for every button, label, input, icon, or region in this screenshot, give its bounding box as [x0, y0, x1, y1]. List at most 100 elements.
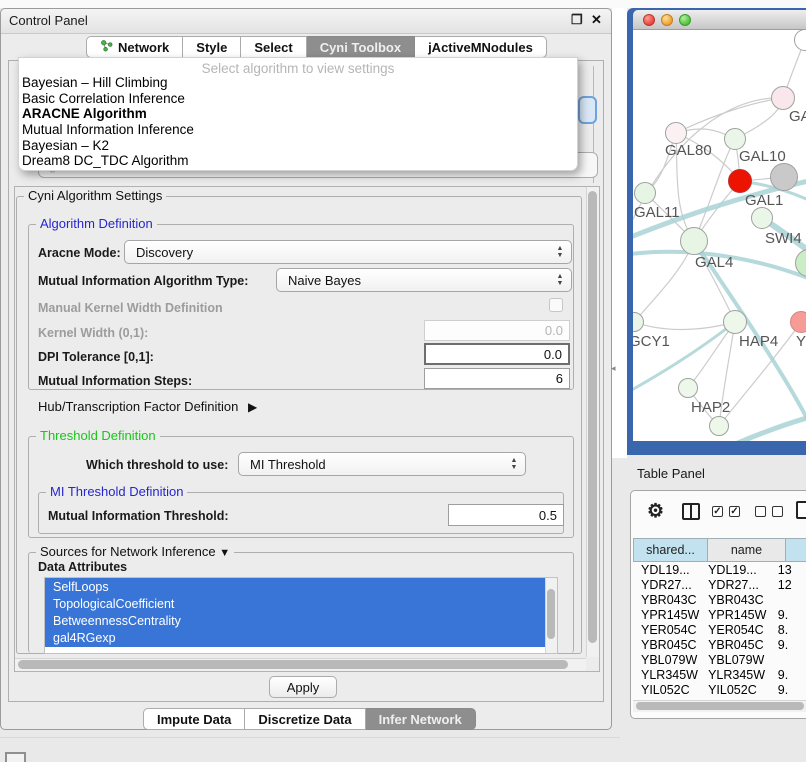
- control-panel-tabs: NetworkStyleSelect Cyni Toolbox jActiveMNo…: [86, 36, 547, 58]
- table-row[interactable]: YPR145WYPR145W9.: [633, 608, 806, 623]
- algorithm-option[interactable]: Dream8 DC_TDC Algorithm: [19, 153, 577, 169]
- node-swi4[interactable]: [751, 207, 773, 229]
- combo-arrows-icon: ▲▼: [506, 457, 522, 471]
- node-label: GAL10: [739, 148, 786, 165]
- algorithm-dropdown-prompt: Select algorithm to view settings: [19, 58, 577, 75]
- node-label: GAL4: [695, 254, 733, 271]
- attribute-item[interactable]: TopologicalCoefficient: [45, 595, 557, 612]
- table-row[interactable]: YIL052CYIL052C9.: [633, 683, 806, 698]
- node-gal7[interactable]: [771, 86, 795, 110]
- column-header[interactable]: [786, 538, 806, 562]
- zoom-traffic-light[interactable]: [679, 14, 691, 26]
- mi-algorithm-type-select[interactable]: Naive Bayes ▲▼: [276, 268, 572, 292]
- table-cell: YPR145W: [633, 608, 700, 623]
- table-cell: YDL19...: [700, 563, 770, 578]
- table-cell: YLR345W: [633, 668, 700, 683]
- combo-arrows-icon: ▲▼: [552, 245, 568, 259]
- node-gal10[interactable]: [724, 128, 746, 150]
- which-threshold-select[interactable]: MI Threshold ▲▼: [238, 452, 526, 476]
- node[interactable]: [770, 163, 798, 191]
- algorithm-dropdown-items: Bayesian – Hill ClimbingBasic Correlatio…: [19, 75, 577, 169]
- mi-threshold-field[interactable]: 0.5: [448, 504, 564, 526]
- data-attributes-list[interactable]: SelfLoopsTopologicalCoefficientBetweenne…: [44, 577, 558, 654]
- tab-cyni-toolbox[interactable]: Cyni Toolbox: [307, 36, 415, 58]
- mi-steps-field[interactable]: 6: [424, 368, 570, 389]
- horizontal-scrollbar-thumb[interactable]: [18, 660, 568, 669]
- table-row[interactable]: YDL19...YDL19...13: [633, 563, 806, 578]
- table-cell: 9.: [770, 668, 806, 683]
- table-cell: 8.: [770, 623, 806, 638]
- tab-network[interactable]: Network: [86, 36, 183, 58]
- hub-definition-expander[interactable]: Hub/Transcription Factor Definition ▶: [38, 399, 257, 414]
- tab-infer-network[interactable]: Infer Network: [366, 708, 476, 730]
- manual-kernel-width-checkbox[interactable]: [549, 298, 563, 312]
- attribute-item[interactable]: SelfLoops: [45, 578, 557, 595]
- algorithm-option[interactable]: ARACNE Algorithm: [19, 106, 577, 122]
- expander-down-icon[interactable]: ▼: [219, 547, 230, 559]
- tab-jactivemnodules[interactable]: jActiveMNodules: [415, 36, 547, 58]
- algorithm-definition-title: Algorithm Definition: [36, 216, 157, 231]
- minimized-panel-icon[interactable]: [5, 752, 26, 762]
- columns-icon[interactable]: [682, 503, 700, 520]
- node-hap2[interactable]: [678, 378, 698, 398]
- hub-definition-label: Hub/Transcription Factor Definition: [38, 399, 238, 414]
- document-icon[interactable]: [796, 501, 806, 519]
- aracne-mode-select[interactable]: Discovery ▲▼: [124, 240, 572, 264]
- dpi-tolerance-value: 0.0: [544, 347, 562, 362]
- kernel-width-field[interactable]: 0.0: [424, 320, 570, 341]
- table-row[interactable]: YLR345WYLR345W9.: [633, 668, 806, 683]
- divider-grabber-icon[interactable]: ◂: [611, 363, 616, 374]
- table-cell: 9.: [770, 608, 806, 623]
- aracne-mode-label: Aracne Mode:: [38, 246, 121, 260]
- table-row[interactable]: YBL079WYBL079W: [633, 653, 806, 668]
- checked-checkbox-icon[interactable]: ✓: [712, 506, 723, 517]
- algorithm-option[interactable]: Bayesian – K2: [19, 138, 577, 154]
- algorithm-option[interactable]: Basic Correlation Inference: [19, 91, 577, 107]
- table-row[interactable]: YBR043CYBR043C: [633, 593, 806, 608]
- node-label: GAL80: [665, 142, 712, 159]
- algorithm-option[interactable]: Bayesian – Hill Climbing: [19, 75, 577, 91]
- column-header[interactable]: name: [708, 538, 786, 562]
- dpi-tolerance-field[interactable]: 0.0: [424, 343, 570, 365]
- tab-style[interactable]: Style: [183, 36, 241, 58]
- node-gal80[interactable]: [665, 122, 687, 144]
- minimize-traffic-light[interactable]: [661, 14, 673, 26]
- divider-line: [0, 737, 620, 738]
- network-canvas[interactable]: GAL7GAL80GAL10GAL11GAL1SWI4GAL4GCY1HAP4Y…: [633, 30, 806, 441]
- node-gal11[interactable]: [634, 182, 656, 204]
- manual-kernel-width-label: Manual Kernel Width Definition: [38, 301, 223, 315]
- attribute-item[interactable]: gal4RGexp: [45, 630, 557, 647]
- vertical-scrollbar-thumb[interactable]: [588, 191, 597, 643]
- table-cell: 9.: [770, 638, 806, 653]
- unchecked-checkbox-icon[interactable]: [772, 506, 783, 517]
- close-window-icon[interactable]: ✕: [591, 12, 602, 28]
- float-window-icon[interactable]: ❐: [571, 12, 583, 28]
- algorithm-option[interactable]: Mutual Information Inference: [19, 122, 577, 138]
- table-row[interactable]: YDR27...YDR27...12: [633, 578, 806, 593]
- node-gal4[interactable]: [680, 227, 708, 255]
- tab-select[interactable]: Select: [241, 36, 306, 58]
- mi-threshold-value: 0.5: [539, 508, 557, 523]
- gear-icon[interactable]: ⚙: [647, 500, 664, 523]
- close-traffic-light[interactable]: [643, 14, 655, 26]
- kernel-width-label: Kernel Width (0,1):: [38, 326, 148, 340]
- node-gal1[interactable]: [728, 169, 752, 193]
- bottom-tabs: Impute DataDiscretize DataInfer Network: [143, 708, 476, 729]
- tab-discretize-data[interactable]: Discretize Data: [245, 708, 365, 730]
- attributes-scrollbar-thumb[interactable]: [547, 589, 555, 639]
- table-row[interactable]: YER054CYER054C8.: [633, 623, 806, 638]
- checked-checkbox-icon[interactable]: ✓: [729, 506, 740, 517]
- unchecked-checkbox-icon[interactable]: [755, 506, 766, 517]
- tab-impute-data[interactable]: Impute Data: [143, 708, 245, 730]
- node-y[interactable]: [790, 311, 806, 333]
- node[interactable]: [709, 416, 729, 436]
- column-header[interactable]: shared...: [633, 538, 708, 562]
- node-hap4[interactable]: [723, 310, 747, 334]
- table-horizontal-scrollbar-thumb[interactable]: [636, 702, 804, 710]
- apply-button[interactable]: Apply: [269, 676, 337, 698]
- panel-divider[interactable]: [612, 8, 627, 458]
- attribute-item[interactable]: BetweennessCentrality: [45, 612, 557, 629]
- table-row[interactable]: YBR045CYBR045C9.: [633, 638, 806, 653]
- tab-label: Cyni Toolbox: [320, 40, 401, 55]
- table-cell: YDR27...: [700, 578, 770, 593]
